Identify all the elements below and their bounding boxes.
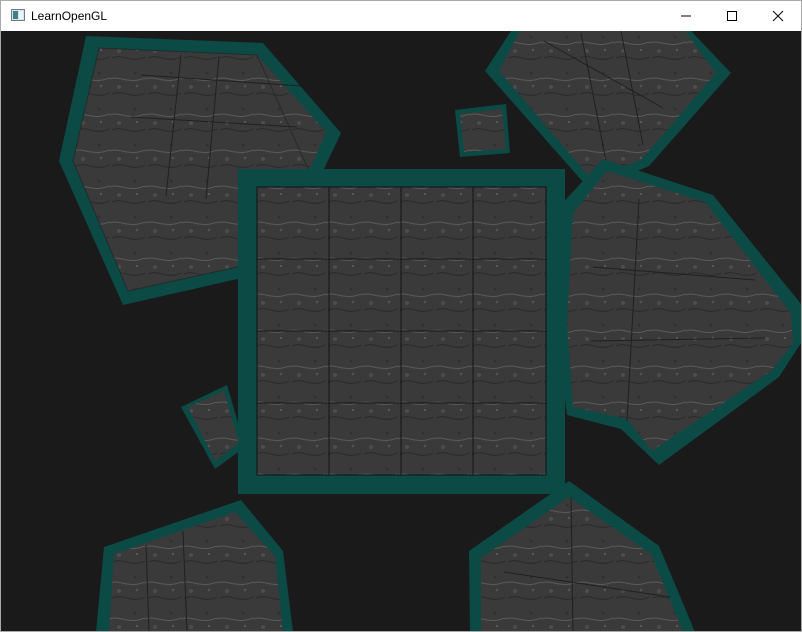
minimize-icon <box>681 15 691 17</box>
small-cube-top <box>455 104 510 157</box>
maximize-button[interactable] <box>709 1 755 31</box>
app-window: LearnOpenGL <box>0 0 802 632</box>
title-bar[interactable]: LearnOpenGL <box>1 1 801 31</box>
opengl-viewport[interactable] <box>1 31 801 631</box>
maximize-icon <box>727 11 737 21</box>
window-title: LearnOpenGL <box>31 9 108 23</box>
close-button[interactable] <box>755 1 801 31</box>
opengl-scene <box>1 31 801 631</box>
cube-center-front <box>238 169 565 494</box>
app-window-icon <box>11 9 25 21</box>
close-icon <box>772 10 784 22</box>
minimize-button[interactable] <box>663 1 709 31</box>
